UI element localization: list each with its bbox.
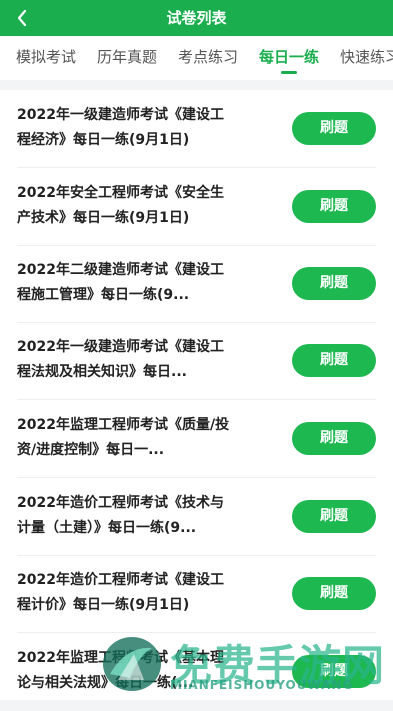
list-item[interactable]: 2022年造价工程师考试《技术与计量（土建）》每日一练(9... 刷题 [0, 478, 393, 556]
watermark-subtext: MIANFEISHOUYOUWANG [170, 678, 354, 692]
practice-button[interactable]: 刷题 [292, 422, 376, 455]
paper-title: 2022年一级建造师考试《建设工程法规及相关知识》每日... [17, 339, 224, 380]
tab-daily-practice-label: 每日一练 [259, 48, 320, 66]
active-tab-indicator [281, 71, 297, 74]
list-item[interactable]: 2022年一级建造师考试《建设工程法规及相关知识》每日... 刷题 [0, 322, 393, 400]
practice-button[interactable]: 刷题 [292, 344, 376, 377]
tab-topic-practice[interactable]: 考点练习 [178, 36, 238, 80]
list-item[interactable]: 2022年监理工程师考试《质量/投资/进度控制》每日一... 刷题 [0, 400, 393, 478]
site-watermark: 免费手游网 MIANFEISHOUYOUWANG [98, 628, 393, 700]
list-item[interactable]: 2022年二级建造师考试《建设工程施工管理》每日一练(9... 刷题 [0, 245, 393, 323]
page-title: 试卷列表 [166, 9, 227, 27]
paper-title: 2022年安全工程师考试《安全生产技术》每日一练(9月1日) [17, 185, 224, 226]
practice-button[interactable]: 刷题 [292, 500, 376, 533]
practice-button[interactable]: 刷题 [292, 267, 376, 300]
tab-quick-practice[interactable]: 快速练习 [340, 36, 393, 80]
list-item[interactable]: 2022年安全工程师考试《安全生产技术》每日一练(9月1日) 刷题 [0, 168, 393, 246]
paper-title: 2022年造价工程师考试《建设工程计价》每日一练(9月1日) [17, 572, 224, 613]
watermark-logo-icon [103, 637, 161, 691]
app-header: 试卷列表 [0, 0, 393, 36]
list-item[interactable]: 2022年造价工程师考试《建设工程计价》每日一练(9月1日) 刷题 [0, 555, 393, 633]
paper-title: 2022年一级建造师考试《建设工程经济》每日一练(9月1日) [17, 107, 224, 148]
tab-mock-exam[interactable]: 模拟考试 [16, 36, 76, 80]
paper-title: 2022年二级建造师考试《建设工程施工管理》每日一练(9... [17, 262, 224, 303]
practice-button[interactable]: 刷题 [292, 577, 376, 610]
practice-button[interactable]: 刷题 [292, 112, 376, 145]
paper-list: 2022年一级建造师考试《建设工程经济》每日一练(9月1日) 刷题 2022年安… [0, 90, 393, 700]
tab-past-papers[interactable]: 历年真题 [97, 36, 157, 80]
tab-bar: 模拟考试 历年真题 考点练习 每日一练 快速练习 [0, 36, 393, 80]
paper-title: 2022年监理工程师考试《质量/投资/进度控制》每日一... [17, 417, 230, 458]
tab-daily-practice[interactable]: 每日一练 [259, 36, 319, 80]
list-item[interactable]: 2022年一级建造师考试《建设工程经济》每日一练(9月1日) 刷题 [0, 90, 393, 168]
practice-button[interactable]: 刷题 [292, 190, 376, 223]
paper-title: 2022年造价工程师考试《技术与计量（土建）》每日一练(9... [17, 495, 224, 536]
